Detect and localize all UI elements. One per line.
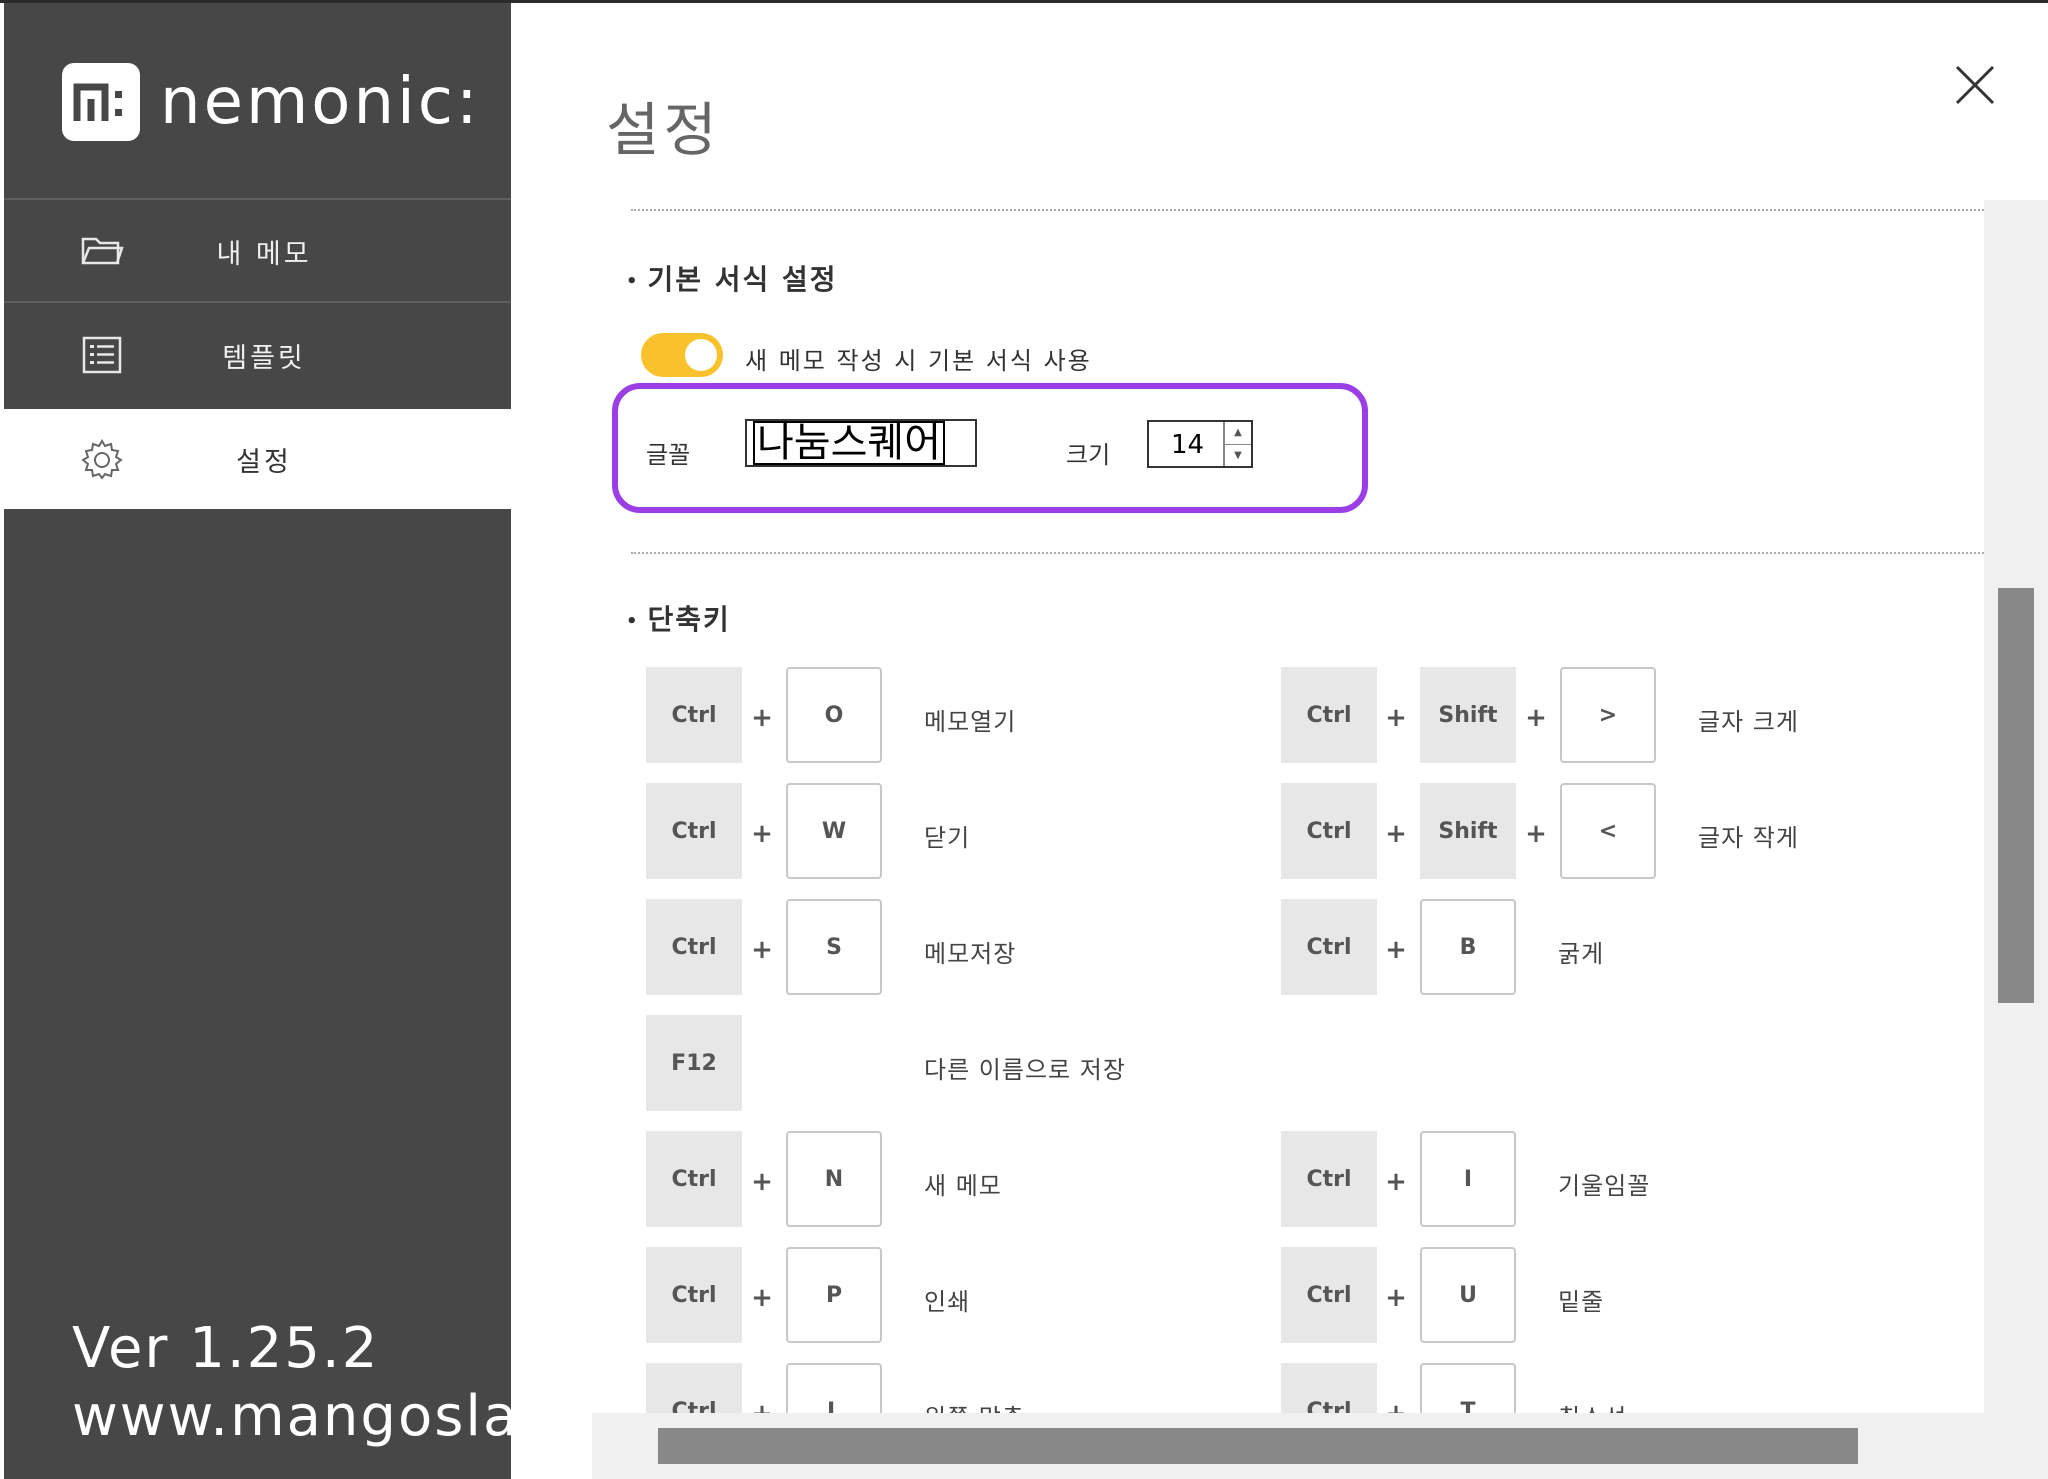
stepper-buttons: ▲ ▼ bbox=[1223, 422, 1251, 466]
key-cap: N bbox=[786, 1131, 882, 1227]
plus-sign: + bbox=[1385, 935, 1407, 965]
version-info: Ver 1.25.2 www.mangoslab.com bbox=[72, 1315, 511, 1451]
section-title-text: 기본 서식 설정 bbox=[647, 263, 838, 296]
default-format-toggle[interactable] bbox=[641, 333, 723, 377]
key-cap: Ctrl bbox=[646, 899, 742, 995]
shortcut-desc: 굵게 bbox=[1558, 940, 1605, 968]
sidebar-item-label: 템플릿 bbox=[222, 342, 306, 374]
stepper-down-icon[interactable]: ▼ bbox=[1225, 443, 1251, 467]
key-cap: > bbox=[1560, 667, 1656, 763]
section-title-text: 단축키 bbox=[647, 603, 731, 636]
key-cap: Ctrl bbox=[1281, 783, 1377, 879]
plus-sign: + bbox=[1525, 703, 1547, 733]
logo-wordmark: nemonic: bbox=[160, 65, 481, 139]
gear-icon bbox=[80, 437, 124, 481]
key-cap: T bbox=[1420, 1363, 1516, 1413]
sidebar: nemonic: 내 메모 템플릿 설정 Ver 1.25.2 www.mang… bbox=[4, 3, 511, 1479]
key-cap: Shift bbox=[1420, 783, 1516, 879]
key-cap: I bbox=[1420, 1131, 1516, 1227]
key-cap: P bbox=[786, 1247, 882, 1343]
key-cap: Ctrl bbox=[1281, 1363, 1377, 1413]
sidebar-item-my-memo[interactable]: 내 메모 bbox=[4, 201, 511, 301]
horizontal-scrollbar-thumb[interactable] bbox=[658, 1428, 1858, 1464]
key-cap: Ctrl bbox=[646, 1247, 742, 1343]
version-text: Ver 1.25.2 bbox=[72, 1316, 380, 1381]
font-select[interactable]: 나눔스퀘어 bbox=[745, 419, 977, 467]
vertical-scrollbar-thumb[interactable] bbox=[1998, 588, 2034, 1003]
sidebar-item-settings[interactable]: 설정 bbox=[4, 409, 511, 509]
highlight-annotation bbox=[612, 383, 1368, 513]
key-cap: W bbox=[786, 783, 882, 879]
plus-sign: + bbox=[747, 1399, 777, 1413]
key-cap: < bbox=[1560, 783, 1656, 879]
plus-sign: + bbox=[751, 1167, 773, 1197]
font-value: 나눔스퀘어 bbox=[753, 421, 945, 465]
section-title-format: • 기본 서식 설정 bbox=[626, 263, 838, 296]
shortcut-desc: 메모열기 bbox=[924, 708, 1017, 736]
key-cap: Ctrl bbox=[646, 783, 742, 879]
plus-sign: + bbox=[1381, 1399, 1411, 1413]
shortcut-desc: 왼쪽 맞춤 bbox=[924, 1398, 1025, 1413]
folder-icon bbox=[80, 229, 124, 273]
key-cap: O bbox=[786, 667, 882, 763]
section-divider bbox=[631, 552, 1991, 554]
size-label: 크기 bbox=[1066, 441, 1111, 469]
key-cap: Ctrl bbox=[646, 1363, 742, 1413]
plus-sign: + bbox=[751, 935, 773, 965]
plus-sign: + bbox=[1385, 1283, 1407, 1313]
settings-panel: 설정 • 기본 서식 설정 새 메모 작성 시 기본 서식 사용 글꼴 나눔스퀘어… bbox=[511, 3, 2048, 1479]
stepper-up-icon[interactable]: ▲ bbox=[1225, 422, 1251, 444]
plus-sign: + bbox=[1385, 819, 1407, 849]
plus-sign: + bbox=[1385, 703, 1407, 733]
list-icon bbox=[80, 333, 124, 377]
shortcut-desc: 글자 크게 bbox=[1698, 708, 1799, 736]
key-cap: Shift bbox=[1420, 667, 1516, 763]
font-label: 글꼴 bbox=[646, 441, 691, 469]
shortcut-desc: 인쇄 bbox=[924, 1288, 971, 1316]
key-cap: U bbox=[1420, 1247, 1516, 1343]
settings-scroll-area: 설정 • 기본 서식 설정 새 메모 작성 시 기본 서식 사용 글꼴 나눔스퀘어… bbox=[511, 3, 2048, 1413]
plus-sign: + bbox=[751, 703, 773, 733]
website-link[interactable]: www.mangoslab.com bbox=[72, 1383, 511, 1451]
plus-sign: + bbox=[1385, 1167, 1407, 1197]
shortcut-desc: 닫기 bbox=[924, 824, 971, 852]
sidebar-item-template[interactable]: 템플릿 bbox=[4, 305, 511, 405]
close-icon bbox=[1951, 65, 1999, 113]
key-cap: B bbox=[1420, 899, 1516, 995]
toggle-label: 새 메모 작성 시 기본 서식 사용 bbox=[745, 347, 1092, 375]
shortcut-desc: 밑줄 bbox=[1558, 1288, 1605, 1316]
sidebar-item-label: 설정 bbox=[236, 446, 292, 478]
key-cap: F12 bbox=[646, 1015, 742, 1111]
shortcut-desc: 다른 이름으로 저장 bbox=[924, 1056, 1126, 1084]
page-title: 설정 bbox=[606, 96, 721, 164]
key-cap: Ctrl bbox=[1281, 1131, 1377, 1227]
nav-divider bbox=[4, 198, 511, 200]
plus-sign: + bbox=[1525, 819, 1547, 849]
key-cap: Ctrl bbox=[1281, 667, 1377, 763]
app-logo: nemonic: bbox=[62, 61, 481, 143]
key-cap: Ctrl bbox=[646, 1131, 742, 1227]
plus-sign: + bbox=[751, 819, 773, 849]
key-cap: S bbox=[786, 899, 882, 995]
shortcut-desc: 메모저장 bbox=[924, 940, 1017, 968]
close-button[interactable] bbox=[1951, 61, 1999, 109]
size-stepper[interactable]: 14 ▲ ▼ bbox=[1147, 420, 1253, 468]
logo-mark-icon bbox=[62, 63, 140, 141]
key-cap: Ctrl bbox=[646, 667, 742, 763]
nav-divider bbox=[4, 301, 511, 303]
shortcut-desc: 새 메모 bbox=[924, 1172, 1002, 1200]
key-cap: Ctrl bbox=[1281, 899, 1377, 995]
toggle-knob bbox=[685, 339, 717, 371]
size-value: 14 bbox=[1171, 430, 1205, 460]
shortcut-desc: 기울임꼴 bbox=[1558, 1172, 1651, 1200]
key-cap: Ctrl bbox=[1281, 1247, 1377, 1343]
sidebar-item-label: 내 메모 bbox=[216, 238, 312, 270]
key-cap: L bbox=[786, 1363, 882, 1413]
shortcut-desc: 글자 작게 bbox=[1698, 824, 1799, 852]
plus-sign: + bbox=[751, 1283, 773, 1313]
section-title-shortcuts: • 단축키 bbox=[626, 603, 731, 636]
shortcut-desc: 취소선 bbox=[1558, 1398, 1627, 1413]
section-divider bbox=[631, 209, 1991, 211]
